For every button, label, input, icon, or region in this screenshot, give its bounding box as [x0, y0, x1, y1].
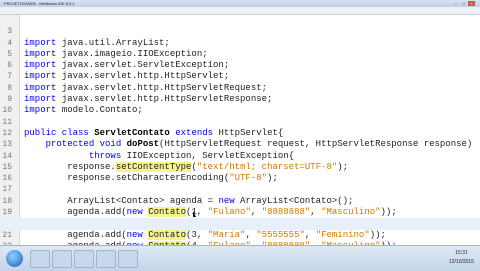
mouse-pointer	[193, 211, 196, 217]
code-editor[interactable]: 3 import java.util.ArrayList; 4 import j…	[0, 15, 480, 251]
maximize-button[interactable]: □	[460, 1, 467, 6]
code-line[interactable]: 11 public class ServletContato extends H…	[0, 105, 480, 138]
code-line[interactable]: 19 agenda.add(new Contato(2, "Beltrano",…	[0, 196, 480, 229]
code-line[interactable]: 15 response.setCharacterEncoding("UTF-8"…	[0, 151, 480, 183]
clock-date: 12/10/2015	[448, 259, 474, 265]
code-line[interactable]: 22	[0, 230, 480, 251]
code-line[interactable]: 7 import javax.servlet.http.HttpServletR…	[0, 60, 480, 92]
code-line[interactable]: 8 import javax.servlet.http.HttpServletR…	[0, 72, 480, 104]
taskbar-app-icon[interactable]	[74, 250, 94, 268]
taskbar-app-icon[interactable]	[118, 250, 138, 268]
code-line[interactable]: 18 agenda.add(new Contato(1, "Fulano", "…	[0, 185, 480, 218]
menu-bar: Arquivo Editar Exibir Navegar Código-Fon…	[0, 7, 480, 21]
code-line[interactable]: 10	[0, 94, 480, 115]
code-line-current[interactable]: 21 agenda.add(new Contato(4, "Fulano", "…	[0, 218, 480, 251]
taskbar-app-icon[interactable]	[52, 250, 72, 268]
taskbar-app-icon[interactable]	[96, 250, 116, 268]
clock-time: 15:31	[455, 250, 468, 256]
code-line[interactable]: 14 response.setContentType("text/html; c…	[0, 139, 480, 172]
system-clock[interactable]: 15:31 12/10/2015	[449, 249, 474, 267]
taskbar-app-icon[interactable]	[30, 250, 50, 268]
code-line[interactable]: 16	[0, 162, 480, 183]
code-line[interactable]: 12 protected void doPost(HttpServletRequ…	[0, 117, 480, 149]
code-line[interactable]: 4 import javax.imageio.IIOException;	[0, 26, 480, 59]
code-line[interactable]: 5 import javax.servlet.ServletException;	[0, 38, 480, 70]
minimize-button[interactable]: –	[452, 1, 459, 6]
code-line[interactable]: 13 throws IIOException, ServletException…	[0, 128, 480, 160]
code-line[interactable]: 3 import java.util.ArrayList;	[0, 15, 480, 47]
taskbar: 15:31 12/10/2015	[0, 245, 480, 271]
code-line[interactable]: 6 import javax.servlet.http.HttpServlet;	[0, 49, 480, 81]
code-line[interactable]: 9 import modelo.Contato;	[0, 83, 480, 115]
code-line[interactable]: 17 ArrayList<Contato> agenda = new Array…	[0, 173, 480, 205]
code-line[interactable]: 20 agenda.add(new Contato(3, "Maria", "5…	[0, 207, 480, 240]
start-button[interactable]	[6, 250, 23, 267]
close-button[interactable]: ×	[468, 1, 475, 6]
window-title: PROJETOS/WEB - NetBeans IDE 8.0.2	[4, 1, 75, 6]
title-bar: PROJETOS/WEB - NetBeans IDE 8.0.2 – □ ×	[0, 0, 480, 7]
